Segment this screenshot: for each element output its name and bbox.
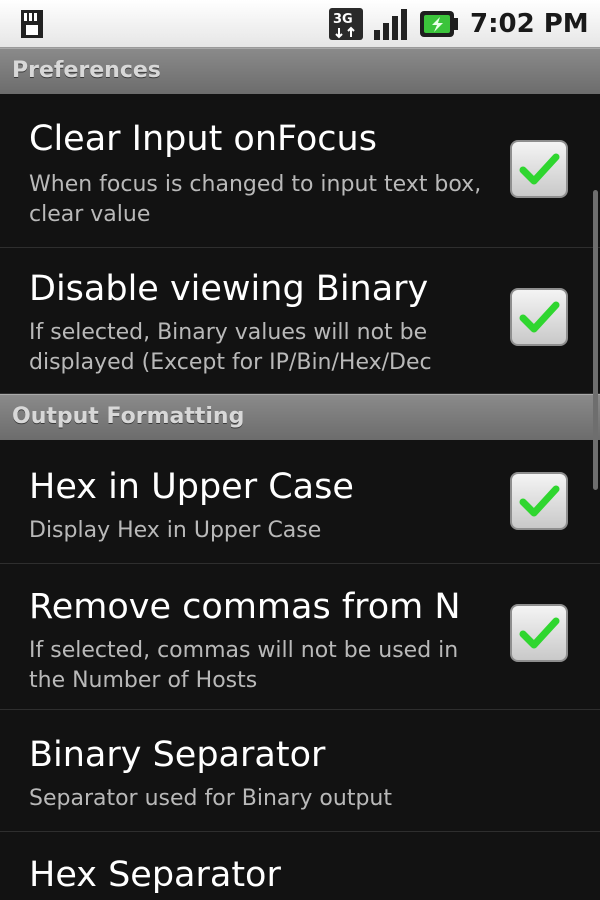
settings-screen: 3G 7:02 PM Preferences Clear Input onFoc… [0, 0, 600, 900]
battery-charging-icon [420, 11, 458, 37]
pref-title: Disable viewing Binary [29, 269, 429, 309]
pref-binary-separator[interactable]: Binary Separator Separator used for Bina… [0, 710, 600, 832]
checkmark-icon [519, 485, 560, 517]
pref-title: Binary Separator [29, 735, 326, 775]
svg-text:3G: 3G [333, 12, 353, 27]
pref-title: Hex in Upper Case [29, 467, 354, 507]
pref-title: Hex Separator [29, 855, 281, 895]
category-label: Output Formatting [12, 404, 245, 429]
clock: 7:02 PM [470, 9, 589, 39]
pref-summary: Display Hex in Upper Case [29, 518, 322, 543]
pref-summary: When focus is changed to input text box,… [29, 172, 482, 227]
pref-clear-input-onfocus[interactable]: Clear Input onFocus When focus is change… [0, 94, 600, 248]
checkbox-clear-input[interactable] [510, 140, 568, 198]
checkmark-icon [519, 617, 560, 649]
signal-icon [374, 9, 407, 40]
checkmark-icon [519, 153, 560, 185]
pref-title: Clear Input onFocus [29, 119, 377, 159]
pref-hex-upper-case[interactable]: Hex in Upper Case Display Hex in Upper C… [0, 440, 600, 564]
category-output-formatting: Output Formatting [0, 394, 600, 440]
checkbox-hex-upper[interactable] [510, 472, 568, 530]
category-preferences: Preferences [0, 48, 600, 94]
scrollbar[interactable] [593, 190, 598, 490]
pref-disable-viewing-binary[interactable]: Disable viewing Binary If selected, Bina… [0, 248, 600, 394]
pref-summary: If selected, commas will not be used in … [29, 638, 459, 693]
status-bar: 3G 7:02 PM [0, 0, 600, 48]
checkbox-remove-commas[interactable] [510, 604, 568, 662]
category-label: Preferences [12, 58, 161, 83]
pref-hex-separator[interactable]: Hex Separator [0, 832, 600, 900]
pref-remove-commas[interactable]: Remove commas from N If selected, commas… [0, 564, 600, 710]
checkmark-icon [519, 301, 560, 333]
network-3g-icon: 3G [329, 8, 363, 40]
pref-summary: If selected, Binary values will not be d… [29, 320, 432, 375]
checkbox-disable-binary[interactable] [510, 288, 568, 346]
pref-summary: Separator used for Binary output [29, 786, 392, 811]
pref-title: Remove commas from N [29, 587, 461, 627]
sd-card-icon [21, 10, 43, 38]
